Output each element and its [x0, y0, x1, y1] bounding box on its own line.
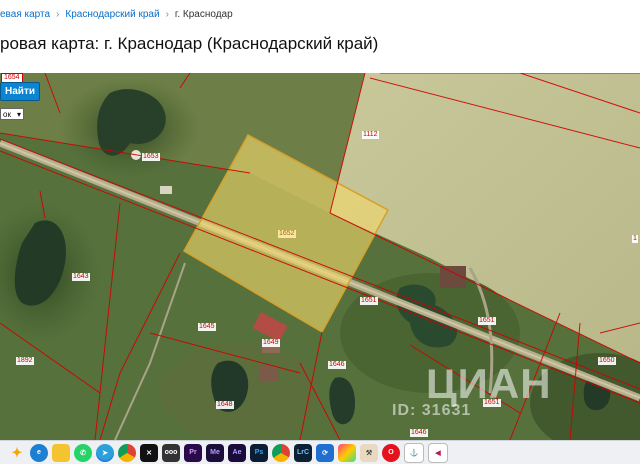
- breadcrumb: евая карта › Краснодарский край › г. Краснод…: [0, 9, 233, 27]
- network-icon[interactable]: ⚓: [404, 442, 424, 463]
- parcel-label[interactable]: 1112: [362, 131, 379, 139]
- parcel-label[interactable]: 1646: [328, 361, 346, 369]
- parcel-label[interactable]: 1645: [198, 323, 216, 331]
- parcel-label[interactable]: 1649: [262, 339, 280, 347]
- taskbar: ✦ e ✆ ➤ ✕ ooo Pr Me Ae Ps LrC ⟳ ⚒ O ⚓ ◀: [0, 440, 640, 464]
- parcel-label[interactable]: 1648: [216, 401, 234, 409]
- layer-select-value: ок: [3, 109, 11, 119]
- edge-icon[interactable]: e: [30, 443, 48, 462]
- parcel-label[interactable]: 1892: [16, 357, 34, 365]
- parcel-label-main[interactable]: 1652: [278, 230, 296, 238]
- breadcrumb-map-link[interactable]: евая карта: [0, 9, 50, 20]
- cadastral-map[interactable]: 1654 Найти ок ▾ 1652 1653 1112 1643 1651…: [0, 73, 640, 440]
- breadcrumb-separator: ›: [165, 9, 169, 20]
- cube-icon[interactable]: ooo: [162, 443, 180, 462]
- photoshop-icon[interactable]: Ps: [250, 443, 268, 462]
- chrome-alt-icon[interactable]: [272, 443, 290, 462]
- parcel-label[interactable]: 1653: [142, 153, 160, 161]
- find-button[interactable]: Найти: [0, 82, 40, 101]
- premiere-icon[interactable]: Pr: [184, 443, 202, 462]
- parcel-label[interactable]: 1643: [72, 273, 90, 281]
- media-encoder-icon[interactable]: Me: [206, 443, 224, 462]
- page-title: ровая карта: г. Краснодар (Краснодарский…: [0, 34, 379, 53]
- vs-icon[interactable]: ◀: [428, 442, 448, 463]
- after-effects-icon[interactable]: Ae: [228, 443, 246, 462]
- chrome-icon[interactable]: [118, 443, 136, 462]
- telegram-icon[interactable]: ➤: [96, 443, 114, 462]
- parcel-label[interactable]: 1651: [360, 297, 378, 305]
- parcel-label[interactable]: 1650: [598, 357, 616, 365]
- sourcetree-icon[interactable]: ⟳: [316, 443, 334, 462]
- breadcrumb-region-link[interactable]: Краснодарский край: [65, 9, 159, 20]
- color-app-icon[interactable]: [338, 443, 356, 462]
- layer-select[interactable]: ок ▾: [0, 108, 24, 120]
- parcel-label[interactable]: 1: [632, 235, 638, 243]
- parcel-label[interactable]: 1651: [478, 317, 496, 325]
- breadcrumb-separator: ›: [56, 9, 60, 20]
- breadcrumb-current: г. Краснодар: [174, 9, 233, 20]
- parcel-label[interactable]: 1651: [483, 399, 501, 407]
- whatsapp-icon[interactable]: ✆: [74, 443, 92, 462]
- tool-icon[interactable]: ⚒: [360, 443, 378, 462]
- file-explorer-icon[interactable]: [52, 443, 70, 462]
- opera-icon[interactable]: O: [382, 443, 400, 462]
- capcut-icon[interactable]: ✕: [140, 443, 158, 462]
- copilot-icon[interactable]: ✦: [8, 444, 26, 462]
- chevron-down-icon: ▾: [16, 109, 21, 119]
- lightroom-icon[interactable]: LrC: [294, 443, 312, 462]
- satellite-image: [0, 73, 640, 440]
- parcel-label[interactable]: 1646: [410, 429, 428, 437]
